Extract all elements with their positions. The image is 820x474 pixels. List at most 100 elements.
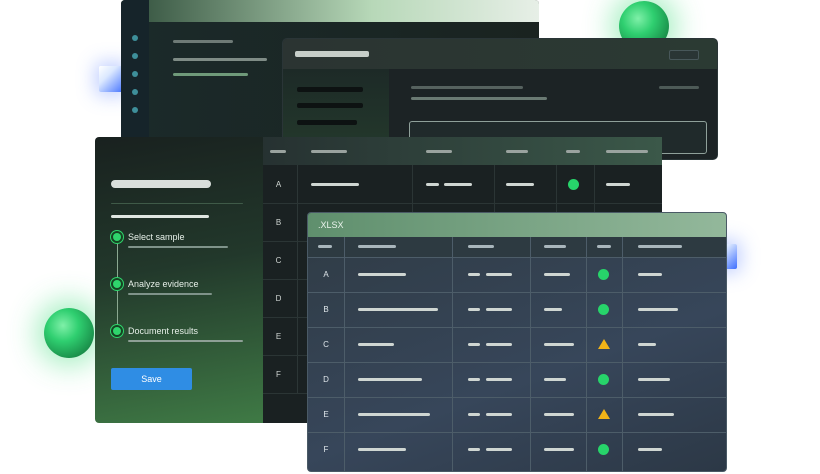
column-header: [308, 237, 726, 257]
step-underline: [128, 293, 212, 295]
row-label: A: [323, 270, 329, 279]
header-line: [468, 245, 494, 248]
cell-line: [444, 183, 472, 186]
icon-rail: [121, 0, 149, 150]
sidebar-item[interactable]: [297, 103, 363, 108]
header-line: [597, 245, 611, 248]
cell-line: [486, 273, 512, 276]
save-button[interactable]: Save: [111, 368, 192, 390]
cell-line: [468, 378, 480, 381]
warning-triangle-icon: [598, 339, 610, 349]
status-ok-icon: [598, 374, 609, 385]
divider: [111, 203, 243, 204]
placeholder-line: [173, 58, 267, 61]
placeholder-line: [173, 73, 248, 76]
header-line: [358, 245, 396, 248]
cell-line: [358, 413, 430, 416]
grid-line: [452, 237, 453, 471]
cell-line: [311, 183, 359, 186]
header-line: [566, 150, 580, 153]
cell-line: [358, 273, 406, 276]
grid-line: [530, 237, 531, 471]
table-header: [260, 137, 662, 165]
cell-line: [544, 343, 574, 346]
warning-triangle-icon: [598, 409, 610, 419]
rail-dot-icon[interactable]: [132, 35, 138, 41]
step-label[interactable]: Analyze evidence: [128, 279, 199, 289]
grid-line: [308, 397, 726, 398]
header-line: [638, 245, 682, 248]
rail-dot-icon[interactable]: [132, 53, 138, 59]
header-line: [506, 150, 528, 153]
row-label: D: [260, 279, 298, 317]
header-line: [270, 150, 286, 153]
cell-line: [638, 413, 674, 416]
cell-line: [486, 343, 512, 346]
cell-line: [544, 378, 566, 381]
window-toolbar: [283, 39, 717, 69]
cell-line: [486, 448, 512, 451]
rail-dot-icon[interactable]: [132, 107, 138, 113]
cell-line: [506, 183, 534, 186]
status-ok-icon: [598, 269, 609, 280]
row-label: C: [260, 241, 298, 279]
header-line: [606, 150, 648, 153]
status-ok-icon: [568, 179, 579, 190]
step-underline: [128, 340, 243, 342]
grid-line: [344, 237, 345, 471]
cell-line: [638, 343, 656, 346]
row-label: F: [323, 445, 329, 454]
row-label: A: [260, 165, 298, 203]
cell-line: [544, 273, 570, 276]
cell-line: [486, 378, 512, 381]
grid-line: [308, 292, 726, 293]
placeholder-line: [411, 97, 547, 100]
step-complete-icon: [113, 233, 121, 241]
step-label[interactable]: Select sample: [128, 232, 185, 242]
sidebar-item[interactable]: [297, 87, 363, 92]
panel-title-placeholder: [111, 180, 211, 188]
step-underline: [128, 246, 228, 248]
green-orb-decoration: [44, 308, 94, 358]
placeholder-line: [411, 86, 523, 89]
cell-line: [638, 448, 662, 451]
placeholder-line: [295, 51, 369, 57]
cell-line: [358, 448, 406, 451]
placeholder-line: [111, 215, 209, 218]
cell-line: [468, 273, 480, 276]
header-line: [426, 150, 452, 153]
cell-line: [358, 378, 422, 381]
grid-line: [260, 203, 662, 204]
cell-line: [426, 183, 439, 186]
placeholder-line: [173, 40, 233, 43]
cell-line: [638, 378, 670, 381]
cell-line: [468, 413, 480, 416]
cell-line: [486, 413, 512, 416]
rail-dot-icon[interactable]: [132, 71, 138, 77]
row-label: E: [260, 317, 298, 355]
grid-line: [308, 432, 726, 433]
rail-dot-icon[interactable]: [132, 89, 138, 95]
grid-line: [308, 257, 726, 258]
window-titlebar: [121, 0, 539, 22]
step-label[interactable]: Document results: [128, 326, 198, 336]
cell-line: [544, 448, 574, 451]
cell-line: [544, 413, 574, 416]
step-complete-icon: [113, 280, 121, 288]
cell-line: [638, 308, 678, 311]
header-line: [544, 245, 566, 248]
cell-line: [544, 308, 562, 311]
header-line: [311, 150, 347, 153]
toolbar-control[interactable]: [669, 50, 699, 60]
row-label: B: [260, 203, 298, 241]
cell-line: [486, 308, 512, 311]
grid-line: [586, 237, 587, 471]
grid-line: [308, 362, 726, 363]
cell-line: [638, 273, 662, 276]
sidebar-item[interactable]: [297, 120, 357, 125]
row-label: F: [260, 355, 298, 393]
row-label: D: [323, 375, 329, 384]
workflow-panel: Select sample Analyze evidence Document …: [95, 137, 263, 423]
row-label: B: [323, 305, 329, 314]
status-ok-icon: [598, 444, 609, 455]
